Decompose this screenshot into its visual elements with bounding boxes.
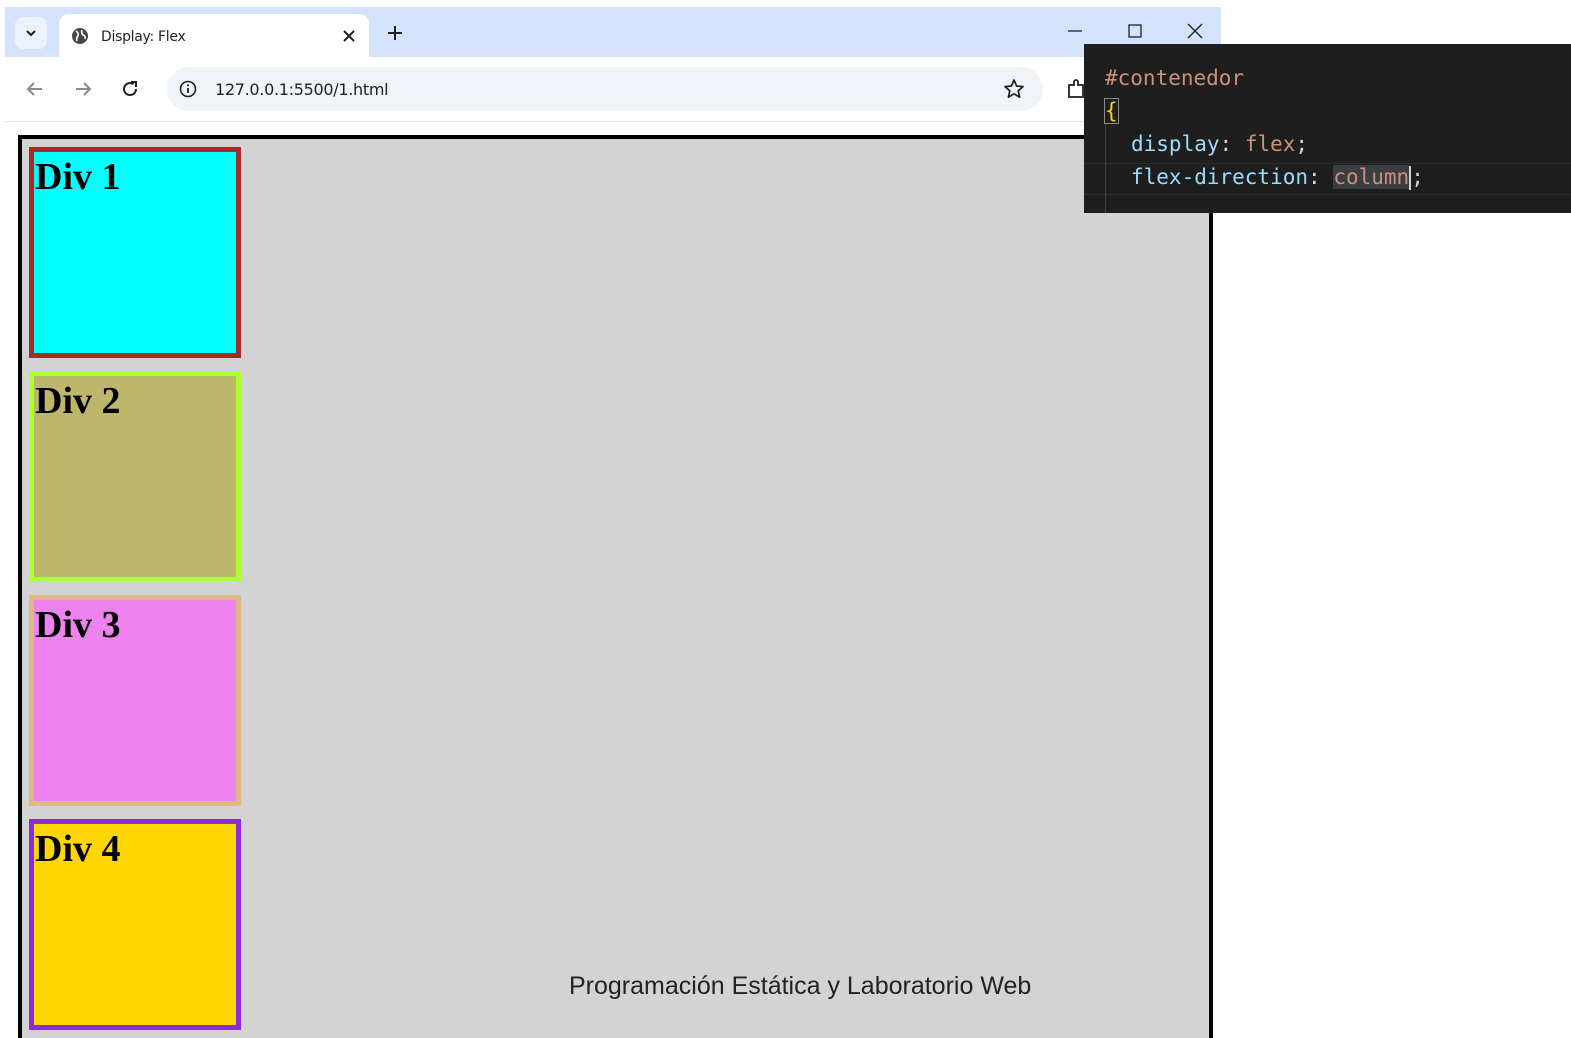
footer-caption: Programación Estática y Laboratorio Web: [569, 972, 1032, 1000]
css-value-flex: flex: [1244, 132, 1296, 156]
code-line-selector[interactable]: #contenedor: [1105, 66, 1244, 90]
semicolon: ;: [1411, 165, 1424, 189]
reload-button[interactable]: [118, 77, 142, 101]
url-text[interactable]: 127.0.0.1:5500/1.html: [215, 80, 389, 99]
code-line-open-brace[interactable]: {: [1104, 98, 1119, 124]
new-tab-button[interactable]: [383, 21, 407, 45]
reload-icon: [123, 81, 138, 97]
close-icon: [1187, 23, 1203, 39]
semicolon: ;: [1295, 132, 1309, 156]
page-viewport: Div 1 Div 2 Div 3 Div 4 Programación Est…: [5, 123, 1221, 1038]
plus-icon: [388, 26, 402, 40]
tab-title: Display: Flex: [101, 29, 186, 45]
forward-button[interactable]: [71, 77, 95, 101]
tab-display-flex[interactable]: Display: Flex: [59, 14, 369, 57]
browser-window: Display: Flex 127.0.0.1:5500/1.html Div …: [5, 7, 1221, 1038]
div-1-heading: Div 1: [35, 156, 121, 198]
css-property-display: display: [1131, 132, 1220, 156]
chevron-down-icon: [26, 30, 36, 37]
address-bar[interactable]: 127.0.0.1:5500/1.html: [167, 67, 1043, 111]
arrow-right-icon: [76, 82, 92, 96]
css-value-column: column: [1333, 165, 1410, 189]
colon: :: [1219, 132, 1233, 156]
code-editor-overlay[interactable]: #contenedor { display: flex; flex-direct…: [1084, 44, 1571, 213]
back-button[interactable]: [23, 77, 47, 101]
div-4-heading: Div 4: [35, 828, 121, 870]
indent-guide: [1105, 124, 1106, 213]
tab-strip: Display: Flex: [5, 7, 1221, 57]
maximize-button[interactable]: [1123, 19, 1147, 43]
browser-toolbar: 127.0.0.1:5500/1.html: [5, 57, 1221, 122]
div-3-heading: Div 3: [35, 604, 121, 646]
div-2-box: Div 2: [29, 371, 241, 582]
globe-icon: [72, 28, 88, 44]
star-icon[interactable]: [1003, 78, 1025, 100]
arrow-left-icon: [26, 82, 42, 96]
open-brace: {: [1104, 98, 1119, 124]
code-line-display[interactable]: display: flex;: [1131, 132, 1308, 156]
flex-container: Div 1 Div 2 Div 3 Div 4 Programación Est…: [18, 135, 1213, 1038]
minimize-icon: [1068, 30, 1082, 32]
div-4-box: Div 4: [29, 819, 241, 1030]
maximize-icon: [1128, 24, 1142, 38]
window-close-button[interactable]: [1183, 19, 1207, 43]
info-icon[interactable]: [179, 80, 197, 98]
code-line-flex-direction[interactable]: flex-direction: column;: [1131, 165, 1424, 190]
tab-search-button[interactable]: [15, 17, 47, 49]
close-icon: [343, 30, 355, 42]
div-1-box: Div 1: [29, 147, 241, 358]
minimize-button[interactable]: [1063, 19, 1087, 43]
div-2-heading: Div 2: [35, 380, 121, 422]
tab-close-button[interactable]: [339, 26, 359, 46]
css-property-flex-direction: flex-direction: [1131, 165, 1309, 189]
css-selector: #contenedor: [1105, 66, 1245, 90]
div-3-box: Div 3: [29, 595, 241, 806]
colon: :: [1308, 165, 1321, 189]
